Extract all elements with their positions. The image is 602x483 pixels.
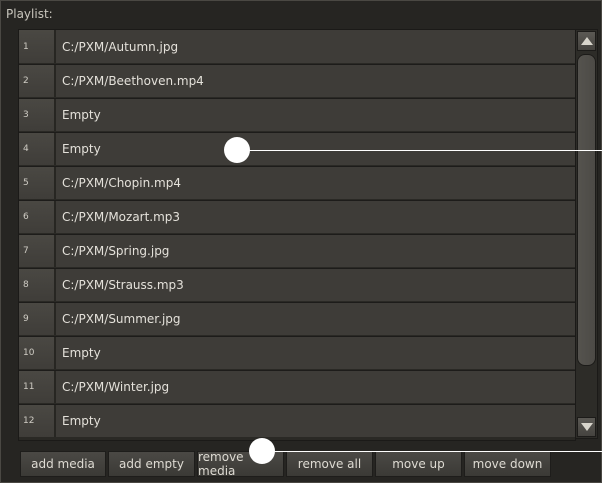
playlist-panel: Playlist: 1 C:/PXM/Autumn.jpg 2 C:/PXM/B… <box>0 0 602 483</box>
row-number: 2 <box>19 65 56 97</box>
playlist-row[interactable]: 4 Empty <box>19 132 575 165</box>
playlist-row[interactable]: 5 C:/PXM/Chopin.mp4 <box>19 166 575 199</box>
scroll-down-button[interactable] <box>577 417 596 437</box>
button-bar: add media add empty remove media remove … <box>20 450 553 478</box>
row-filename: Empty <box>56 337 575 369</box>
row-number: 5 <box>19 167 56 199</box>
add-media-button[interactable]: add media <box>20 451 106 477</box>
row-filename: Empty <box>56 99 575 131</box>
row-filename: C:/PXM/Chopin.mp4 <box>56 167 575 199</box>
remove-all-button[interactable]: remove all <box>286 451 373 477</box>
move-up-button[interactable]: move up <box>375 451 462 477</box>
row-number: 4 <box>19 133 56 165</box>
playlist-row[interactable]: 7 C:/PXM/Spring.jpg <box>19 234 575 267</box>
row-number: 11 <box>19 371 56 403</box>
playlist-row[interactable]: 11 C:/PXM/Winter.jpg <box>19 370 575 403</box>
playlist-title: Playlist: <box>6 7 53 21</box>
row-number: 10 <box>19 337 56 369</box>
row-filename: C:/PXM/Autumn.jpg <box>56 30 575 63</box>
callout-dot-list <box>224 137 250 163</box>
row-number: 12 <box>19 405 56 437</box>
row-filename: C:/PXM/Beethoven.mp4 <box>56 65 575 97</box>
row-number: 8 <box>19 269 56 301</box>
row-number: 9 <box>19 303 56 335</box>
move-down-button[interactable]: move down <box>464 451 551 477</box>
row-filename: C:/PXM/Spring.jpg <box>56 235 575 267</box>
callout-line-list <box>237 150 602 151</box>
playlist-row[interactable]: 10 Empty <box>19 336 575 369</box>
playlist-row[interactable]: 3 Empty <box>19 98 575 131</box>
callout-dot-buttons <box>249 438 275 464</box>
row-number: 3 <box>19 99 56 131</box>
playlist-row[interactable]: 6 C:/PXM/Mozart.mp3 <box>19 200 575 233</box>
callout-line-buttons <box>262 451 602 452</box>
row-filename: C:/PXM/Summer.jpg <box>56 303 575 335</box>
triangle-up-icon <box>580 37 593 45</box>
row-filename: C:/PXM/Strauss.mp3 <box>56 269 575 301</box>
row-filename: Empty <box>56 405 575 437</box>
row-filename: Empty <box>56 133 575 165</box>
playlist-row[interactable]: 8 C:/PXM/Strauss.mp3 <box>19 268 575 301</box>
playlist-scrollbar[interactable] <box>575 29 598 439</box>
row-filename: C:/PXM/Mozart.mp3 <box>56 201 575 233</box>
row-number: 7 <box>19 235 56 267</box>
scroll-thumb[interactable] <box>577 54 596 366</box>
add-empty-button[interactable]: add empty <box>108 451 195 477</box>
playlist-row[interactable]: 1 C:/PXM/Autumn.jpg <box>19 30 575 63</box>
playlist-row[interactable]: 9 C:/PXM/Summer.jpg <box>19 302 575 335</box>
playlist-row[interactable]: 2 C:/PXM/Beethoven.mp4 <box>19 64 575 97</box>
triangle-down-icon <box>580 423 593 431</box>
playlist-row[interactable]: 12 Empty <box>19 404 575 437</box>
row-filename: C:/PXM/Winter.jpg <box>56 371 575 403</box>
playlist-list: 1 C:/PXM/Autumn.jpg 2 C:/PXM/Beethoven.m… <box>18 29 576 441</box>
row-number: 6 <box>19 201 56 233</box>
row-number: 1 <box>19 30 56 63</box>
scroll-up-button[interactable] <box>577 31 596 51</box>
